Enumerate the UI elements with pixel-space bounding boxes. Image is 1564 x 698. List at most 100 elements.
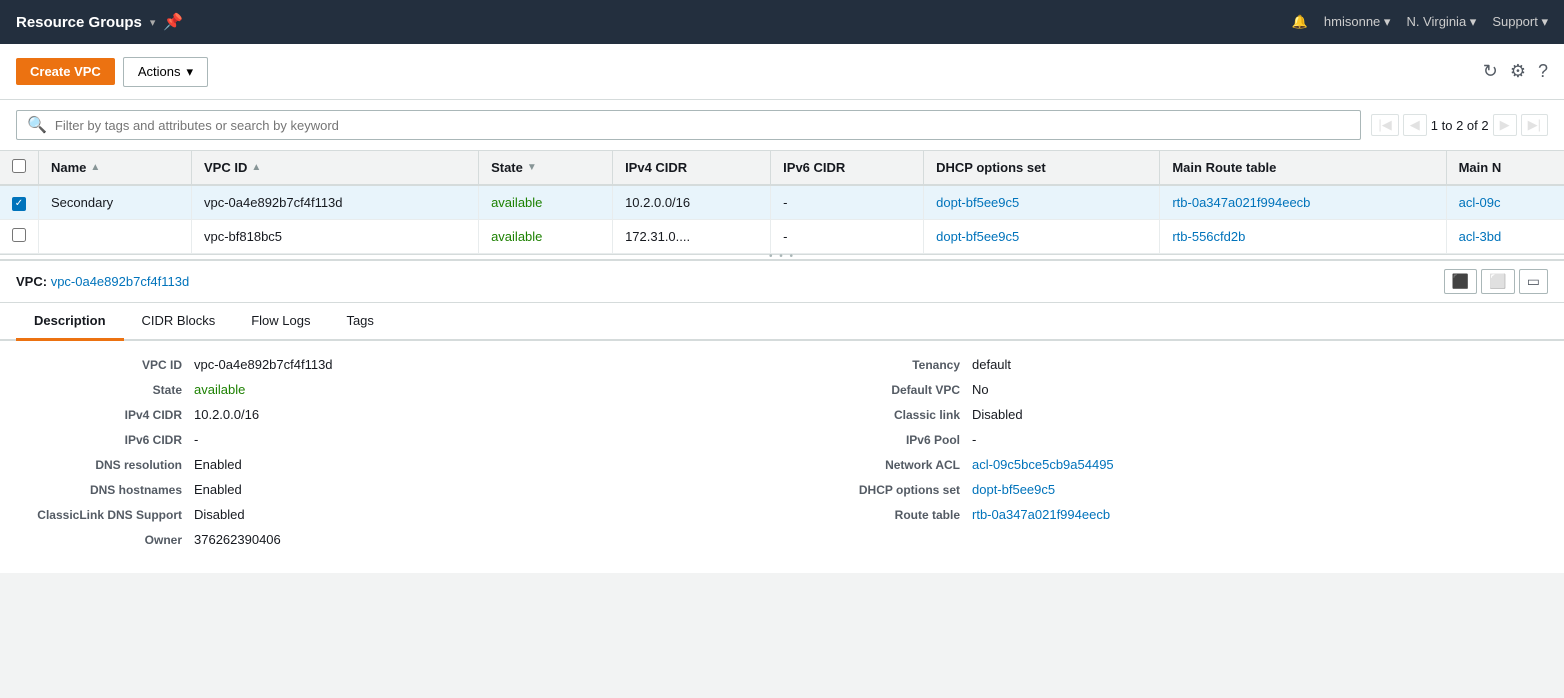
detail-field-label: Network ACL xyxy=(802,458,972,472)
dhcp-cell: dopt-bf5ee9c5 xyxy=(924,185,1160,219)
detail-field-value[interactable]: acl-09c5bce5cb9a54495 xyxy=(972,457,1114,472)
ipv6-cell: - xyxy=(771,185,924,219)
detail-field-value: - xyxy=(194,432,198,447)
vpc-table: Name▲ VPC ID▲ State▼ IPv4 CIDR IPv6 CIDR… xyxy=(0,151,1564,254)
vpc-table-wrapper: Name▲ VPC ID▲ State▼ IPv4 CIDR IPv6 CIDR… xyxy=(0,151,1564,254)
tab-tags[interactable]: Tags xyxy=(328,303,391,341)
detail-field-value: Enabled xyxy=(194,482,242,497)
vpcid-cell: vpc-bf818bc5 xyxy=(191,219,478,253)
detail-tabs-bar: DescriptionCIDR BlocksFlow LogsTags xyxy=(0,303,1564,341)
nav-left: Resource Groups ▾ 📌 xyxy=(16,12,183,32)
col-header-mainn[interactable]: Main N xyxy=(1446,151,1564,185)
actions-button[interactable]: Actions ▾ xyxy=(123,57,208,87)
detail-vpc-id[interactable]: vpc-0a4e892b7cf4f113d xyxy=(51,274,190,289)
detail-field-row: ClassicLink DNS Support Disabled xyxy=(24,507,762,522)
toolbar-right: ↻ ⚙ ? xyxy=(1483,61,1548,82)
layout-bottom-button[interactable]: ▭ xyxy=(1519,269,1548,294)
tab-flow-logs[interactable]: Flow Logs xyxy=(233,303,328,341)
routetable-cell-link[interactable]: rtb-556cfd2b xyxy=(1172,229,1245,244)
next-page-button[interactable]: ▶ xyxy=(1493,114,1517,136)
create-vpc-button[interactable]: Create VPC xyxy=(16,58,115,85)
nav-pin-icon[interactable]: 📌 xyxy=(163,12,183,32)
detail-field-label: ClassicLink DNS Support xyxy=(24,508,194,522)
col-header-name[interactable]: Name▲ xyxy=(39,151,192,185)
nav-title[interactable]: Resource Groups xyxy=(16,14,142,31)
dhcp-cell: dopt-bf5ee9c5 xyxy=(924,219,1160,253)
detail-field-label: Owner xyxy=(24,533,194,547)
detail-field-row: Tenancy default xyxy=(802,357,1540,372)
ipv4-cell: 172.31.0.... xyxy=(613,219,771,253)
detail-header: VPC: vpc-0a4e892b7cf4f113d ⬛ ⬜ ▭ xyxy=(0,261,1564,303)
detail-field-value: - xyxy=(972,432,976,447)
col-header-state[interactable]: State▼ xyxy=(479,151,613,185)
actions-dropdown-arrow: ▾ xyxy=(186,64,193,80)
user-menu[interactable]: hmisonne ▾ xyxy=(1324,14,1391,30)
refresh-button[interactable]: ↻ xyxy=(1483,61,1498,82)
routetable-cell-link[interactable]: rtb-0a347a021f994eecb xyxy=(1172,195,1310,210)
support-menu[interactable]: Support ▾ xyxy=(1492,14,1548,30)
vpcid-sort-icon: ▲ xyxy=(251,162,261,173)
last-page-button[interactable]: ▶| xyxy=(1521,114,1548,136)
detail-panel: VPC: vpc-0a4e892b7cf4f113d ⬛ ⬜ ▭ Descrip… xyxy=(0,260,1564,573)
table-body: ✓Secondaryvpc-0a4e892b7cf4f113davailable… xyxy=(0,185,1564,253)
col-header-dhcp[interactable]: DHCP options set xyxy=(924,151,1160,185)
detail-field-row: IPv6 CIDR - xyxy=(24,432,762,447)
state-cell: available xyxy=(479,219,613,253)
col-header-vpcid[interactable]: VPC ID▲ xyxy=(191,151,478,185)
detail-field-value: default xyxy=(972,357,1011,372)
dhcp-cell-link[interactable]: dopt-bf5ee9c5 xyxy=(936,195,1019,210)
col-header-ipv6cidr[interactable]: IPv6 CIDR xyxy=(771,151,924,185)
help-button[interactable]: ? xyxy=(1538,61,1548,82)
region-menu[interactable]: N. Virginia ▾ xyxy=(1406,14,1476,30)
search-input[interactable] xyxy=(55,118,1351,133)
layout-split-button[interactable]: ⬜ xyxy=(1481,269,1514,294)
notification-bell-icon[interactable]: 🔔 xyxy=(1292,14,1308,30)
tab-cidr-blocks[interactable]: CIDR Blocks xyxy=(124,303,234,341)
row-checkbox[interactable]: ✓ xyxy=(12,197,26,211)
detail-field-label: DHCP options set xyxy=(802,483,972,497)
nav-dropdown-arrow[interactable]: ▾ xyxy=(150,16,156,29)
detail-field-label: IPv6 CIDR xyxy=(24,433,194,447)
detail-field-row: Network ACL acl-09c5bce5cb9a54495 xyxy=(802,457,1540,472)
col-header-ipv4cidr[interactable]: IPv4 CIDR xyxy=(613,151,771,185)
row-checkbox[interactable] xyxy=(12,228,26,242)
col-header-routetable[interactable]: Main Route table xyxy=(1160,151,1446,185)
name-cell xyxy=(39,219,192,253)
top-navigation: Resource Groups ▾ 📌 🔔 hmisonne ▾ N. Virg… xyxy=(0,0,1564,44)
state-value: available xyxy=(491,195,542,210)
detail-field-label: Route table xyxy=(802,508,972,522)
row-checkbox-cell: ✓ xyxy=(0,185,39,219)
detail-field-label: Default VPC xyxy=(802,383,972,397)
select-all-checkbox[interactable] xyxy=(12,159,26,173)
routetable-cell: rtb-556cfd2b xyxy=(1160,219,1446,253)
table-row[interactable]: vpc-bf818bc5available172.31.0....-dopt-b… xyxy=(0,219,1564,253)
mainn-cell-link[interactable]: acl-09c xyxy=(1459,195,1501,210)
mainn-cell: acl-3bd xyxy=(1446,219,1564,253)
name-sort-icon: ▲ xyxy=(90,162,100,173)
tab-description[interactable]: Description xyxy=(16,303,124,341)
detail-field-row: Default VPC No xyxy=(802,382,1540,397)
detail-field-value: Disabled xyxy=(194,507,245,522)
detail-field-value: available xyxy=(194,382,245,397)
detail-field-value: Disabled xyxy=(972,407,1023,422)
detail-field-row: DNS hostnames Enabled xyxy=(24,482,762,497)
search-icon: 🔍 xyxy=(27,115,47,135)
mainn-cell: acl-09c xyxy=(1446,185,1564,219)
detail-field-value[interactable]: dopt-bf5ee9c5 xyxy=(972,482,1055,497)
table-row[interactable]: ✓Secondaryvpc-0a4e892b7cf4f113davailable… xyxy=(0,185,1564,219)
first-page-button[interactable]: |◀ xyxy=(1371,114,1398,136)
select-all-header[interactable] xyxy=(0,151,39,185)
detail-field-value[interactable]: rtb-0a347a021f994eecb xyxy=(972,507,1110,522)
prev-page-button[interactable]: ◀ xyxy=(1403,114,1427,136)
settings-button[interactable]: ⚙ xyxy=(1510,61,1526,82)
search-bar: 🔍 |◀ ◀ 1 to 2 of 2 ▶ ▶| xyxy=(0,100,1564,151)
toolbar-left: Create VPC Actions ▾ xyxy=(16,57,208,87)
detail-field-value: No xyxy=(972,382,989,397)
detail-field-label: Classic link xyxy=(802,408,972,422)
detail-field-row: State available xyxy=(24,382,762,397)
layout-full-button[interactable]: ⬛ xyxy=(1444,269,1477,294)
detail-field-label: DNS resolution xyxy=(24,458,194,472)
dhcp-cell-link[interactable]: dopt-bf5ee9c5 xyxy=(936,229,1019,244)
ipv4-cell: 10.2.0.0/16 xyxy=(613,185,771,219)
mainn-cell-link[interactable]: acl-3bd xyxy=(1459,229,1502,244)
